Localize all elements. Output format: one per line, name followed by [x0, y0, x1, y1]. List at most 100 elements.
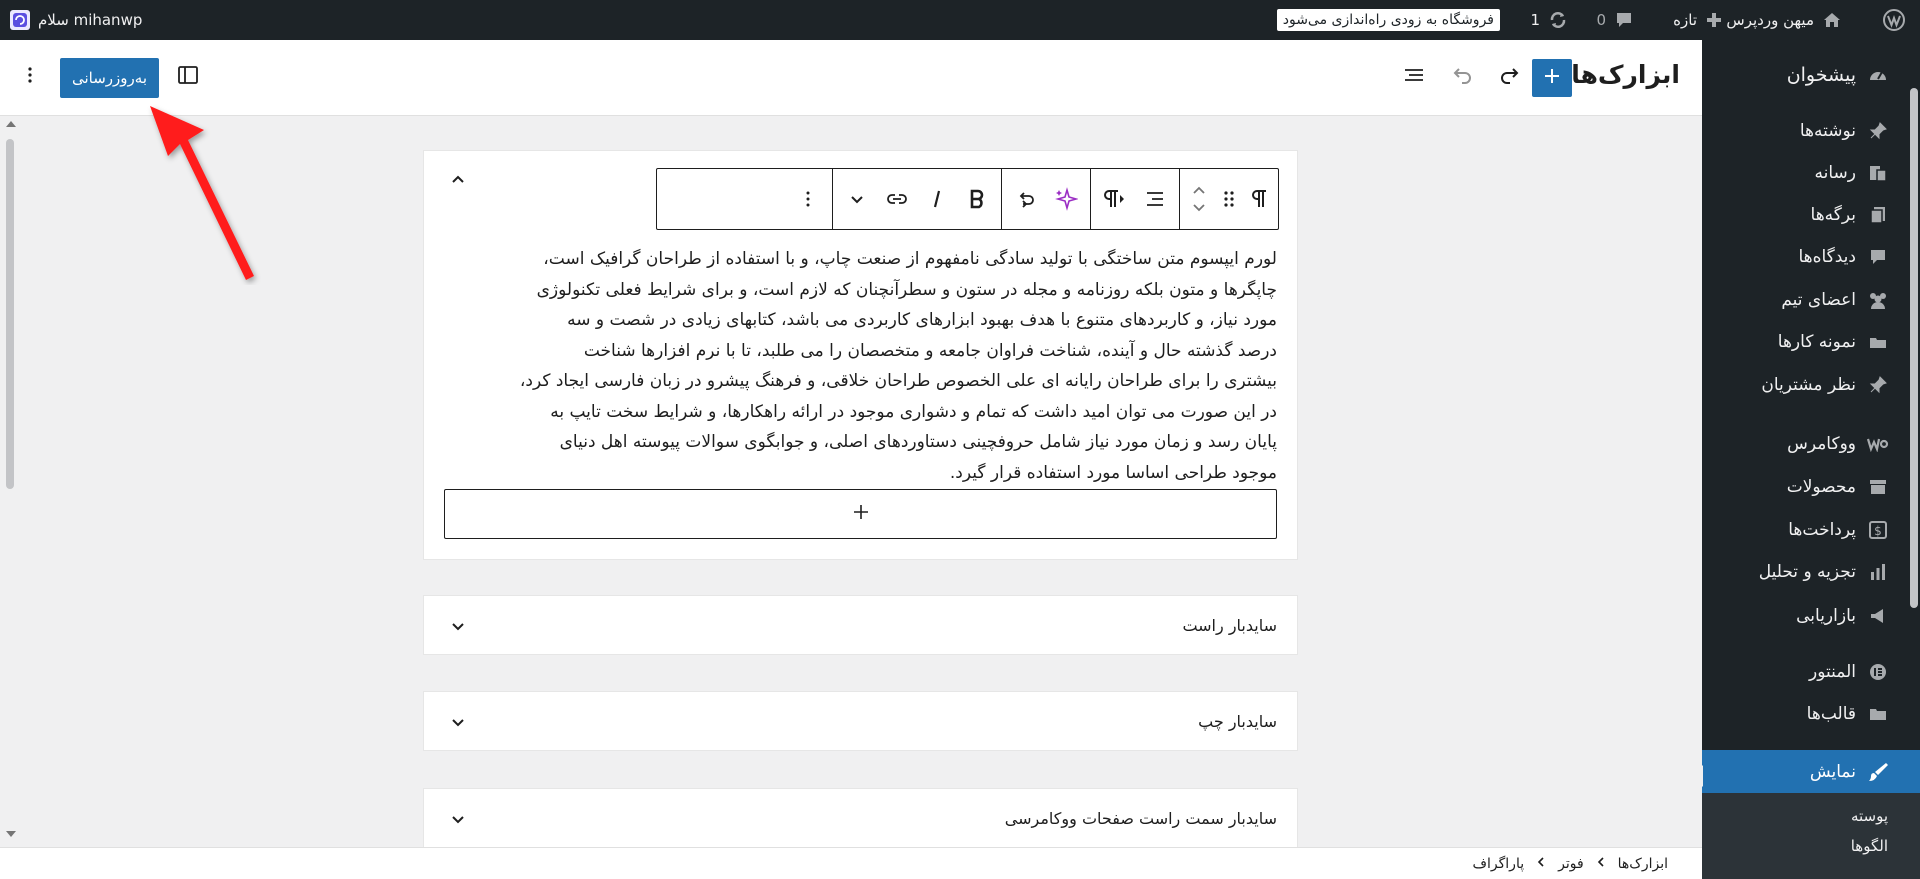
menu-item-dashboard[interactable]: پیشخوان: [1702, 55, 1920, 95]
paragraph-block-icon[interactable]: [1244, 175, 1274, 223]
block-appender-button[interactable]: [444, 489, 1277, 539]
paragraph-line: درصد گذشته حال و آینده، شناخت فراوان جام…: [583, 340, 1277, 361]
plus-icon: [851, 499, 871, 529]
menu-item-team[interactable]: اعضای تیم: [1702, 280, 1920, 320]
widget-area-title: سایدبار راست: [1182, 616, 1277, 635]
comments-count: 0: [1596, 11, 1606, 29]
settings-sidebar-button[interactable]: [168, 57, 208, 97]
scrollbar-thumb[interactable]: [6, 139, 14, 489]
menu-label: رسانه: [1814, 163, 1856, 183]
paragraph-line: چاپگرها و متون بلکه روزنامه و مجله در ست…: [536, 279, 1277, 300]
portfolio-icon: [1866, 330, 1890, 354]
menu-item-media[interactable]: رسانه: [1702, 153, 1920, 193]
widget-area-left-sidebar[interactable]: سایدبار چپ: [423, 691, 1298, 751]
menu-item-payments[interactable]: $ پرداخت‌ها: [1702, 510, 1920, 550]
home-icon: [1822, 10, 1842, 30]
menu-label: ووکامرس: [1787, 434, 1856, 454]
refresh-icon: [1548, 10, 1568, 30]
paragraph-block[interactable]: لورم ایپسوم متن ساختگی با تولید سادگی نا…: [444, 244, 1277, 488]
breadcrumb-item: پاراگراف: [1472, 855, 1525, 872]
menu-item-appearance[interactable]: نمایش: [1692, 750, 1920, 794]
update-button[interactable]: به‌روزرسانی: [60, 58, 159, 98]
menu-item-woocommerce[interactable]: ووکامرس: [1702, 424, 1920, 464]
italic-button[interactable]: [917, 175, 957, 223]
menu-item-analytics[interactable]: تجزیه و تحلیل: [1702, 552, 1920, 592]
undo-button[interactable]: [1442, 57, 1482, 97]
payment-icon: $: [1866, 518, 1890, 542]
site-name-link[interactable]: میهن وردپرس: [1726, 0, 1842, 40]
toolbar-group-ai: [1001, 169, 1090, 229]
comments-link[interactable]: 0: [1596, 0, 1634, 40]
menu-item-posts[interactable]: نوشته‌ها: [1702, 111, 1920, 151]
new-label: تازه: [1673, 11, 1697, 29]
breadcrumb-item[interactable]: ابزارک‌ها: [1618, 856, 1668, 872]
chevron-down-icon[interactable]: [448, 809, 468, 829]
widget-area-right-sidebar[interactable]: سایدبار راست: [423, 595, 1298, 655]
chevron-up-icon: [450, 171, 466, 191]
breadcrumb-item[interactable]: فوتر: [1558, 856, 1584, 872]
admin-menu: پیشخوان نوشته‌ها رسانه برگه‌ها دیدگاه‌ها…: [1692, 40, 1920, 879]
list-view-button[interactable]: [1394, 57, 1434, 97]
store-notice-badge[interactable]: فروشگاه به زودی راه‌اندازی می‌شود: [1276, 9, 1500, 31]
more-formatting-button[interactable]: [837, 175, 877, 223]
paragraph-line: موجود طراحی اساسا مورد استفاده قرار گیرد…: [949, 462, 1277, 483]
my-account-link[interactable]: سلام mihanwp: [10, 0, 142, 40]
ai-sparkle-icon[interactable]: [1046, 175, 1086, 223]
block-toolbar: [656, 168, 1279, 230]
bold-button[interactable]: [957, 175, 997, 223]
menu-item-testimonials[interactable]: نظر مشتریان: [1702, 365, 1920, 405]
site-name: میهن وردپرس: [1726, 11, 1814, 29]
pages-icon: [1866, 203, 1890, 227]
block-options-button[interactable]: [788, 175, 828, 223]
text-direction-icon[interactable]: [1095, 175, 1135, 223]
paragraph-line: لورم ایپسوم متن ساختگی با تولید سادگی نا…: [543, 249, 1277, 269]
wordpress-logo-icon[interactable]: [1882, 0, 1906, 40]
widget-area-woocommerce-sidebar[interactable]: سایدبار سمت راست صفحات ووکامرسی: [423, 788, 1298, 847]
scroll-up-icon[interactable]: [6, 121, 16, 127]
transform-icon[interactable]: [1006, 175, 1046, 223]
add-block-button[interactable]: [1532, 59, 1572, 97]
move-up-down-icon[interactable]: [1184, 175, 1214, 223]
collapse-panel-button[interactable]: [448, 171, 468, 191]
updates-count: 1: [1530, 11, 1540, 29]
submenu-item-patterns[interactable]: الگوها: [1851, 837, 1888, 855]
chevron-down-icon[interactable]: [448, 712, 468, 732]
media-icon: [1866, 161, 1890, 185]
menu-item-products[interactable]: محصولات: [1702, 467, 1920, 507]
admin-menu-scrollbar[interactable]: [1910, 88, 1918, 608]
redo-button[interactable]: [1490, 57, 1530, 97]
scroll-down-icon[interactable]: [6, 831, 16, 837]
archive-icon: [1866, 475, 1890, 499]
chevron-down-icon[interactable]: [448, 616, 468, 636]
link-button[interactable]: [877, 175, 917, 223]
menu-item-marketing[interactable]: بازاریابی: [1702, 596, 1920, 636]
chart-icon: [1866, 560, 1890, 584]
plus-icon: [1542, 66, 1562, 90]
menu-item-pages[interactable]: برگه‌ها: [1702, 195, 1920, 235]
align-text-icon[interactable]: [1135, 175, 1175, 223]
canvas-scrollbar[interactable]: [2, 117, 18, 847]
menu-label: اعضای تیم: [1781, 290, 1856, 310]
menu-item-portfolio[interactable]: نمونه کارها: [1702, 322, 1920, 362]
current-menu-arrow: [1692, 765, 1703, 787]
sidebar-icon: [177, 64, 199, 90]
plus-icon: [1705, 11, 1723, 29]
updates-link[interactable]: 1: [1530, 0, 1568, 40]
submenu-item-themes[interactable]: پوسته: [1851, 807, 1888, 825]
toolbar-group-block: [1179, 169, 1278, 229]
woocommerce-icon: [1866, 432, 1890, 456]
menu-item-templates[interactable]: قالب‌ها: [1702, 694, 1920, 734]
dashboard-icon: [1866, 63, 1890, 87]
new-content-link[interactable]: تازه: [1673, 0, 1723, 40]
menu-item-comments[interactable]: دیدگاه‌ها: [1702, 237, 1920, 277]
kebab-icon: [20, 65, 40, 89]
menu-label: نوشته‌ها: [1799, 121, 1856, 141]
menu-item-elementor[interactable]: المنتور: [1702, 652, 1920, 692]
block-breadcrumb: ابزارک‌ها فوتر پاراگراف: [0, 847, 1702, 879]
widget-area-title: سایدبار چپ: [1198, 712, 1277, 731]
megaphone-icon: [1866, 604, 1890, 628]
paragraph-line: در این صورت می توان امید داشت که تمام و …: [550, 401, 1277, 422]
redo-icon: [1498, 63, 1522, 91]
drag-handle-icon[interactable]: [1214, 175, 1244, 223]
options-button[interactable]: [10, 57, 50, 97]
